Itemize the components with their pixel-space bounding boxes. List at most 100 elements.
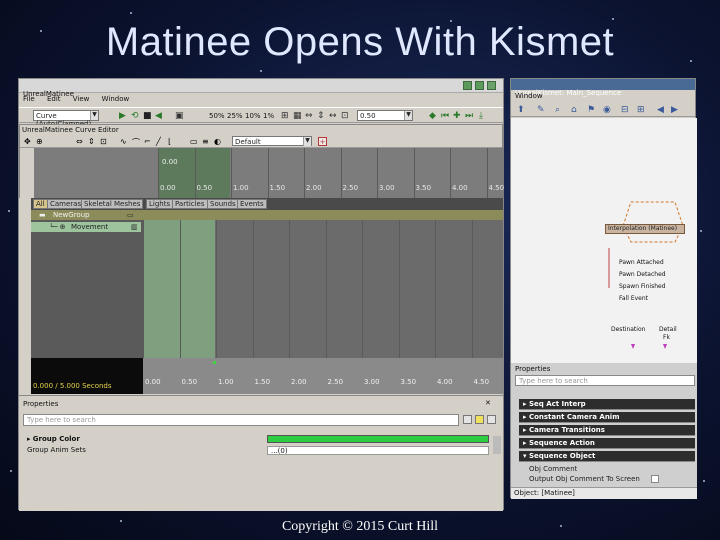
record-icon[interactable]: ◆	[429, 111, 438, 121]
minimize-icon[interactable]	[463, 81, 472, 90]
track-timeline[interactable]: 0.00 0.50 1.00 1.50 2.00 2.50 3.00 3.50 4.00 4.50	[143, 210, 503, 394]
flatten-icon[interactable]: ▭	[190, 137, 199, 146]
category-sequence-action[interactable]: ▸ Sequence Action	[519, 438, 695, 449]
forward-icon[interactable]: ▶	[671, 105, 680, 115]
curve-linear-icon[interactable]: ╱	[156, 137, 165, 146]
properties-scrollbar[interactable]	[493, 436, 501, 454]
back-icon[interactable]: ◀	[657, 105, 666, 115]
hide-connectors-icon[interactable]: ⊟	[621, 105, 630, 115]
var-link-destination[interactable]: Destination	[611, 326, 645, 333]
folder-open-icon[interactable]: ▭	[127, 211, 134, 219]
output-link-pawn-attached[interactable]: Pawn Attached	[619, 259, 664, 266]
straighten-icon[interactable]: ≡	[202, 137, 211, 146]
maximize-icon[interactable]	[475, 81, 484, 90]
group-anim-sets-row[interactable]: Group Anim Sets ...(0)	[23, 446, 491, 456]
kismet-canvas[interactable]: Interpolation (Matinee) Pawn Attached Pa…	[511, 118, 697, 363]
menu-window[interactable]: Window	[515, 92, 543, 100]
group-color-swatch[interactable]	[267, 435, 489, 443]
search-icon[interactable]: ⌕	[555, 105, 564, 115]
interp-node-title[interactable]: Interpolation (Matinee)	[605, 224, 685, 234]
curve-editor-sidebar[interactable]	[20, 148, 34, 198]
menu-file[interactable]: File	[23, 95, 35, 103]
curve-user-icon[interactable]: ⌒	[132, 137, 141, 147]
fit-horizontal-icon[interactable]: ⇔	[76, 137, 85, 146]
track-toggle-icon[interactable]: ▥	[131, 223, 138, 231]
show-connectors-icon[interactable]: ⊞	[637, 105, 646, 115]
snap-icon[interactable]: ⊞	[281, 111, 290, 121]
menu-edit[interactable]: Edit	[47, 95, 61, 103]
curve-preset-dropdown[interactable]: Default ▼	[232, 136, 312, 146]
zoom-icon[interactable]: ⊕	[36, 137, 45, 146]
curve-mode-dropdown[interactable]: Curve (Auto/Clamped) ▼	[33, 110, 99, 128]
key-prev-icon[interactable]: ⏮	[441, 111, 450, 121]
output-link-spawn-finished[interactable]: Spawn Finished	[619, 283, 666, 290]
group-anim-sets-value[interactable]: ...(0)	[267, 446, 489, 455]
key-reduce-icon[interactable]: ⤓	[479, 111, 488, 121]
rename-icon[interactable]: ✎	[537, 105, 546, 115]
kismet-search-input[interactable]: Type here to search	[515, 375, 695, 386]
key-add-icon[interactable]: ✚	[453, 111, 462, 121]
group-color-row[interactable]: ▸ Group Color	[23, 435, 491, 445]
timeline-ruler[interactable]	[143, 358, 503, 394]
category-camera-transitions[interactable]: ▸ Camera Transitions	[519, 425, 695, 436]
track-row[interactable]: └─ ⊕ Movement ▥	[31, 222, 141, 232]
menu-view[interactable]: View	[73, 95, 90, 103]
group-row[interactable]: ▬ NewGroup ▭	[31, 210, 503, 220]
bookmark-icon[interactable]: ⚑	[587, 105, 596, 115]
camera-icon[interactable]: ▣	[175, 111, 184, 121]
key-next-icon[interactable]: ⏭	[465, 111, 474, 121]
play-icon[interactable]: ▶	[119, 111, 128, 121]
tab-particles[interactable]: Particles	[172, 199, 208, 209]
category-seq-act-interp[interactable]: ▸ Seq Act Interp	[519, 399, 695, 410]
stop-icon[interactable]: ■	[143, 111, 152, 121]
open-class-icon[interactable]: ◉	[603, 105, 612, 115]
close-icon[interactable]: ✕	[485, 399, 491, 407]
tag-icon[interactable]: ⌂	[571, 105, 580, 115]
zoom-10[interactable]: 10%	[245, 112, 261, 120]
curve-constant-icon[interactable]: ⌊	[168, 137, 177, 146]
tab-sounds[interactable]: Sounds	[207, 199, 239, 209]
search-options-icon[interactable]	[463, 415, 472, 424]
close-icon[interactable]	[487, 81, 496, 90]
loop-icon[interactable]: ⟲	[131, 111, 140, 121]
curve-auto-icon[interactable]: ∿	[120, 137, 129, 146]
fit-all-icon[interactable]: ⊡	[100, 137, 109, 146]
output-obj-comment-checkbox[interactable]	[651, 475, 659, 483]
grid-icon[interactable]: ▦	[293, 111, 302, 121]
output-link-fall-event[interactable]: Fall Event	[619, 295, 648, 302]
tab-skeletal-meshes[interactable]: Skeletal Meshes	[81, 199, 144, 209]
fit-loop-icon[interactable]: ↔	[329, 111, 338, 121]
properties-search-input[interactable]: Type here to search	[23, 414, 459, 426]
curve-graph[interactable]: 0.00 0.00 0.50 1.00 1.50 2.00 2.50 3.00 3.50 4.0…	[34, 148, 504, 198]
track-list[interactable]	[31, 210, 143, 358]
show-all-icon[interactable]: ◐	[214, 137, 223, 146]
expand-icon[interactable]	[487, 415, 496, 424]
track-editor-sidebar[interactable]	[19, 198, 31, 394]
tab-all[interactable]: All	[33, 199, 48, 209]
curve-break-icon[interactable]: ⌐	[144, 137, 153, 146]
menu-window[interactable]: Window	[102, 95, 130, 103]
var-link-fk[interactable]: Fk	[663, 334, 670, 341]
tab-cameras[interactable]: Cameras	[47, 199, 85, 209]
var-link-detail[interactable]: Detail	[659, 326, 677, 333]
tab-lights[interactable]: Lights	[146, 199, 174, 209]
frame-icon[interactable]: ⊡	[341, 111, 350, 121]
category-sequence-object[interactable]: ▾ Sequence Object	[519, 451, 695, 462]
tab-events[interactable]: Events	[237, 199, 267, 209]
expand-arrow-icon[interactable]: ▸	[27, 435, 31, 443]
reverse-icon[interactable]: ◀	[155, 111, 164, 121]
speed-dropdown[interactable]: 0.50 ▼	[357, 110, 413, 121]
zoom-25[interactable]: 25%	[227, 112, 243, 120]
fit-vertical-icon[interactable]: ⇕	[88, 137, 97, 146]
lock-icon[interactable]	[475, 415, 484, 424]
output-link-pawn-detached[interactable]: Pawn Detached	[619, 271, 666, 278]
add-tab-icon[interactable]: +	[318, 137, 327, 146]
key-marker[interactable]	[213, 361, 216, 364]
category-constant-camera-anim[interactable]: ▸ Constant Camera Anim	[519, 412, 695, 423]
var-link-pin-detail[interactable]	[663, 344, 667, 349]
zoom-50[interactable]: 50%	[209, 112, 225, 120]
var-link-pin-destination[interactable]	[631, 344, 635, 349]
fit-view-icon[interactable]: ⇕	[317, 111, 326, 121]
zoom-1[interactable]: 1%	[263, 112, 274, 120]
parent-sequence-icon[interactable]: ⬆	[517, 105, 526, 115]
